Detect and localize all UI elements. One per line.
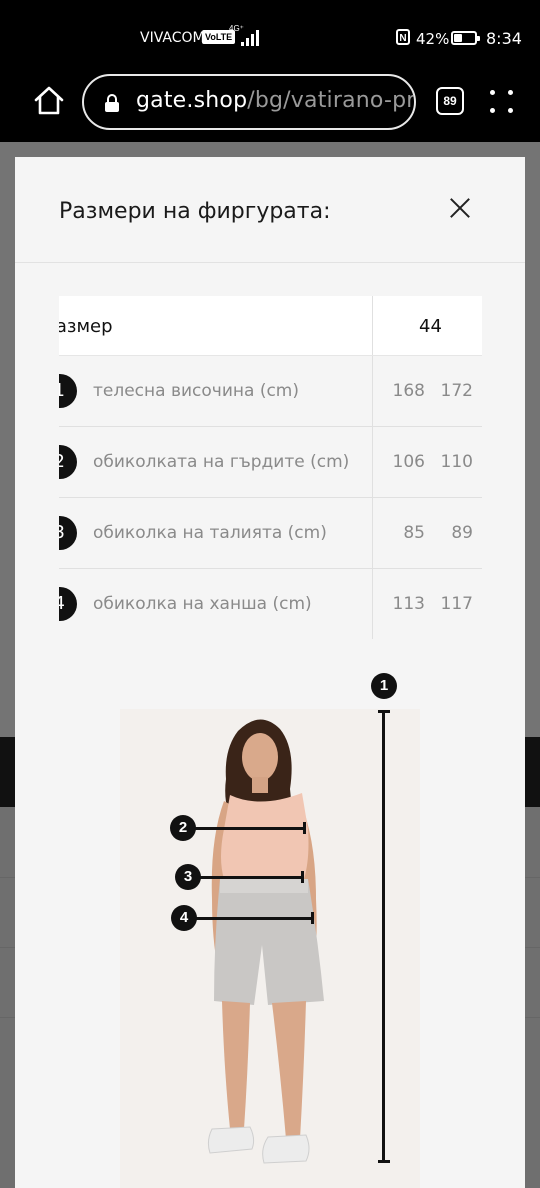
address-bar[interactable]: gate.shop/bg/vatirano-pro: [82, 74, 416, 130]
row-number-badge: 2: [59, 445, 77, 479]
waist-tick: [301, 871, 304, 883]
row-value-min: 168: [392, 381, 425, 401]
nfc-icon: N: [396, 29, 410, 45]
table-row: 4 обиколка на ханша (cm) 113 117: [59, 569, 482, 639]
chest-tick: [303, 822, 306, 834]
carrier-name: VIVACOM: [140, 30, 205, 46]
clock: 8:34: [486, 29, 522, 48]
row-number-badge: 4: [59, 587, 77, 621]
waist-marker: 3: [175, 864, 201, 890]
height-line: [382, 711, 385, 1161]
modal-header: Размери на фиргурата:: [15, 157, 525, 263]
url-text: gate.shop/bg/vatirano-pro: [136, 88, 416, 113]
row-value-max: 89: [451, 523, 473, 543]
height-marker: 1: [371, 673, 397, 699]
row-value-max: 172: [440, 381, 473, 401]
height-cap-top: [378, 710, 390, 713]
row-value-max: 110: [440, 452, 473, 472]
close-icon[interactable]: [449, 197, 471, 219]
header-size-label: Размер: [59, 316, 113, 337]
row-number-badge: 3: [59, 516, 77, 550]
table-row: 2 обиколката на гърдите (cm) 106 110: [59, 427, 482, 498]
browser-toolbar: gate.shop/bg/vatirano-pro 89: [0, 74, 540, 142]
url-path: /bg/vatirano-pro: [247, 88, 416, 113]
size-table: Размер 44 1 телесна височина (cm) 168 17…: [59, 296, 482, 639]
tab-switcher-button[interactable]: 89: [436, 87, 464, 115]
row-label: обиколка на ханша (cm): [93, 594, 312, 614]
chest-line: [195, 827, 305, 830]
battery-percent: 42%: [416, 30, 450, 48]
modal-title: Размери на фиргурата:: [59, 199, 331, 224]
waist-line: [199, 876, 303, 879]
model-photo: [120, 709, 420, 1188]
url-domain: gate.shop: [136, 88, 248, 113]
size-chart-modal: Размери на фиргурата: Размер 44 1 телесн…: [15, 157, 525, 1188]
row-value-min: 113: [392, 594, 425, 614]
status-bar: VIVACOM VoLTE 4G⁺ N 42% 8:34: [0, 0, 540, 74]
hip-marker: 4: [171, 905, 197, 931]
header-size-value: 44: [419, 316, 442, 337]
hip-line: [195, 917, 313, 920]
row-label: обиколка на талията (cm): [93, 523, 327, 543]
height-cap-bottom: [378, 1160, 390, 1163]
lock-icon: [104, 94, 120, 112]
row-value-min: 85: [403, 523, 425, 543]
row-label: обиколката на гърдите (cm): [93, 452, 350, 472]
row-number-badge: 1: [59, 374, 77, 408]
chest-marker: 2: [170, 815, 196, 841]
row-label: телесна височина (cm): [93, 381, 299, 401]
row-value-max: 117: [440, 594, 473, 614]
table-row: 1 телесна височина (cm) 168 172: [59, 356, 482, 427]
battery-icon: [451, 31, 480, 45]
more-vertical-icon[interactable]: [488, 86, 516, 118]
table-row: 3 обиколка на талията (cm) 85 89: [59, 498, 482, 569]
home-icon[interactable]: [32, 84, 66, 118]
signal-icon: [241, 30, 261, 46]
hip-tick: [311, 912, 314, 924]
model-figure-illustration: [120, 709, 420, 1188]
table-header: Размер 44: [59, 296, 482, 356]
row-value-min: 106: [392, 452, 425, 472]
